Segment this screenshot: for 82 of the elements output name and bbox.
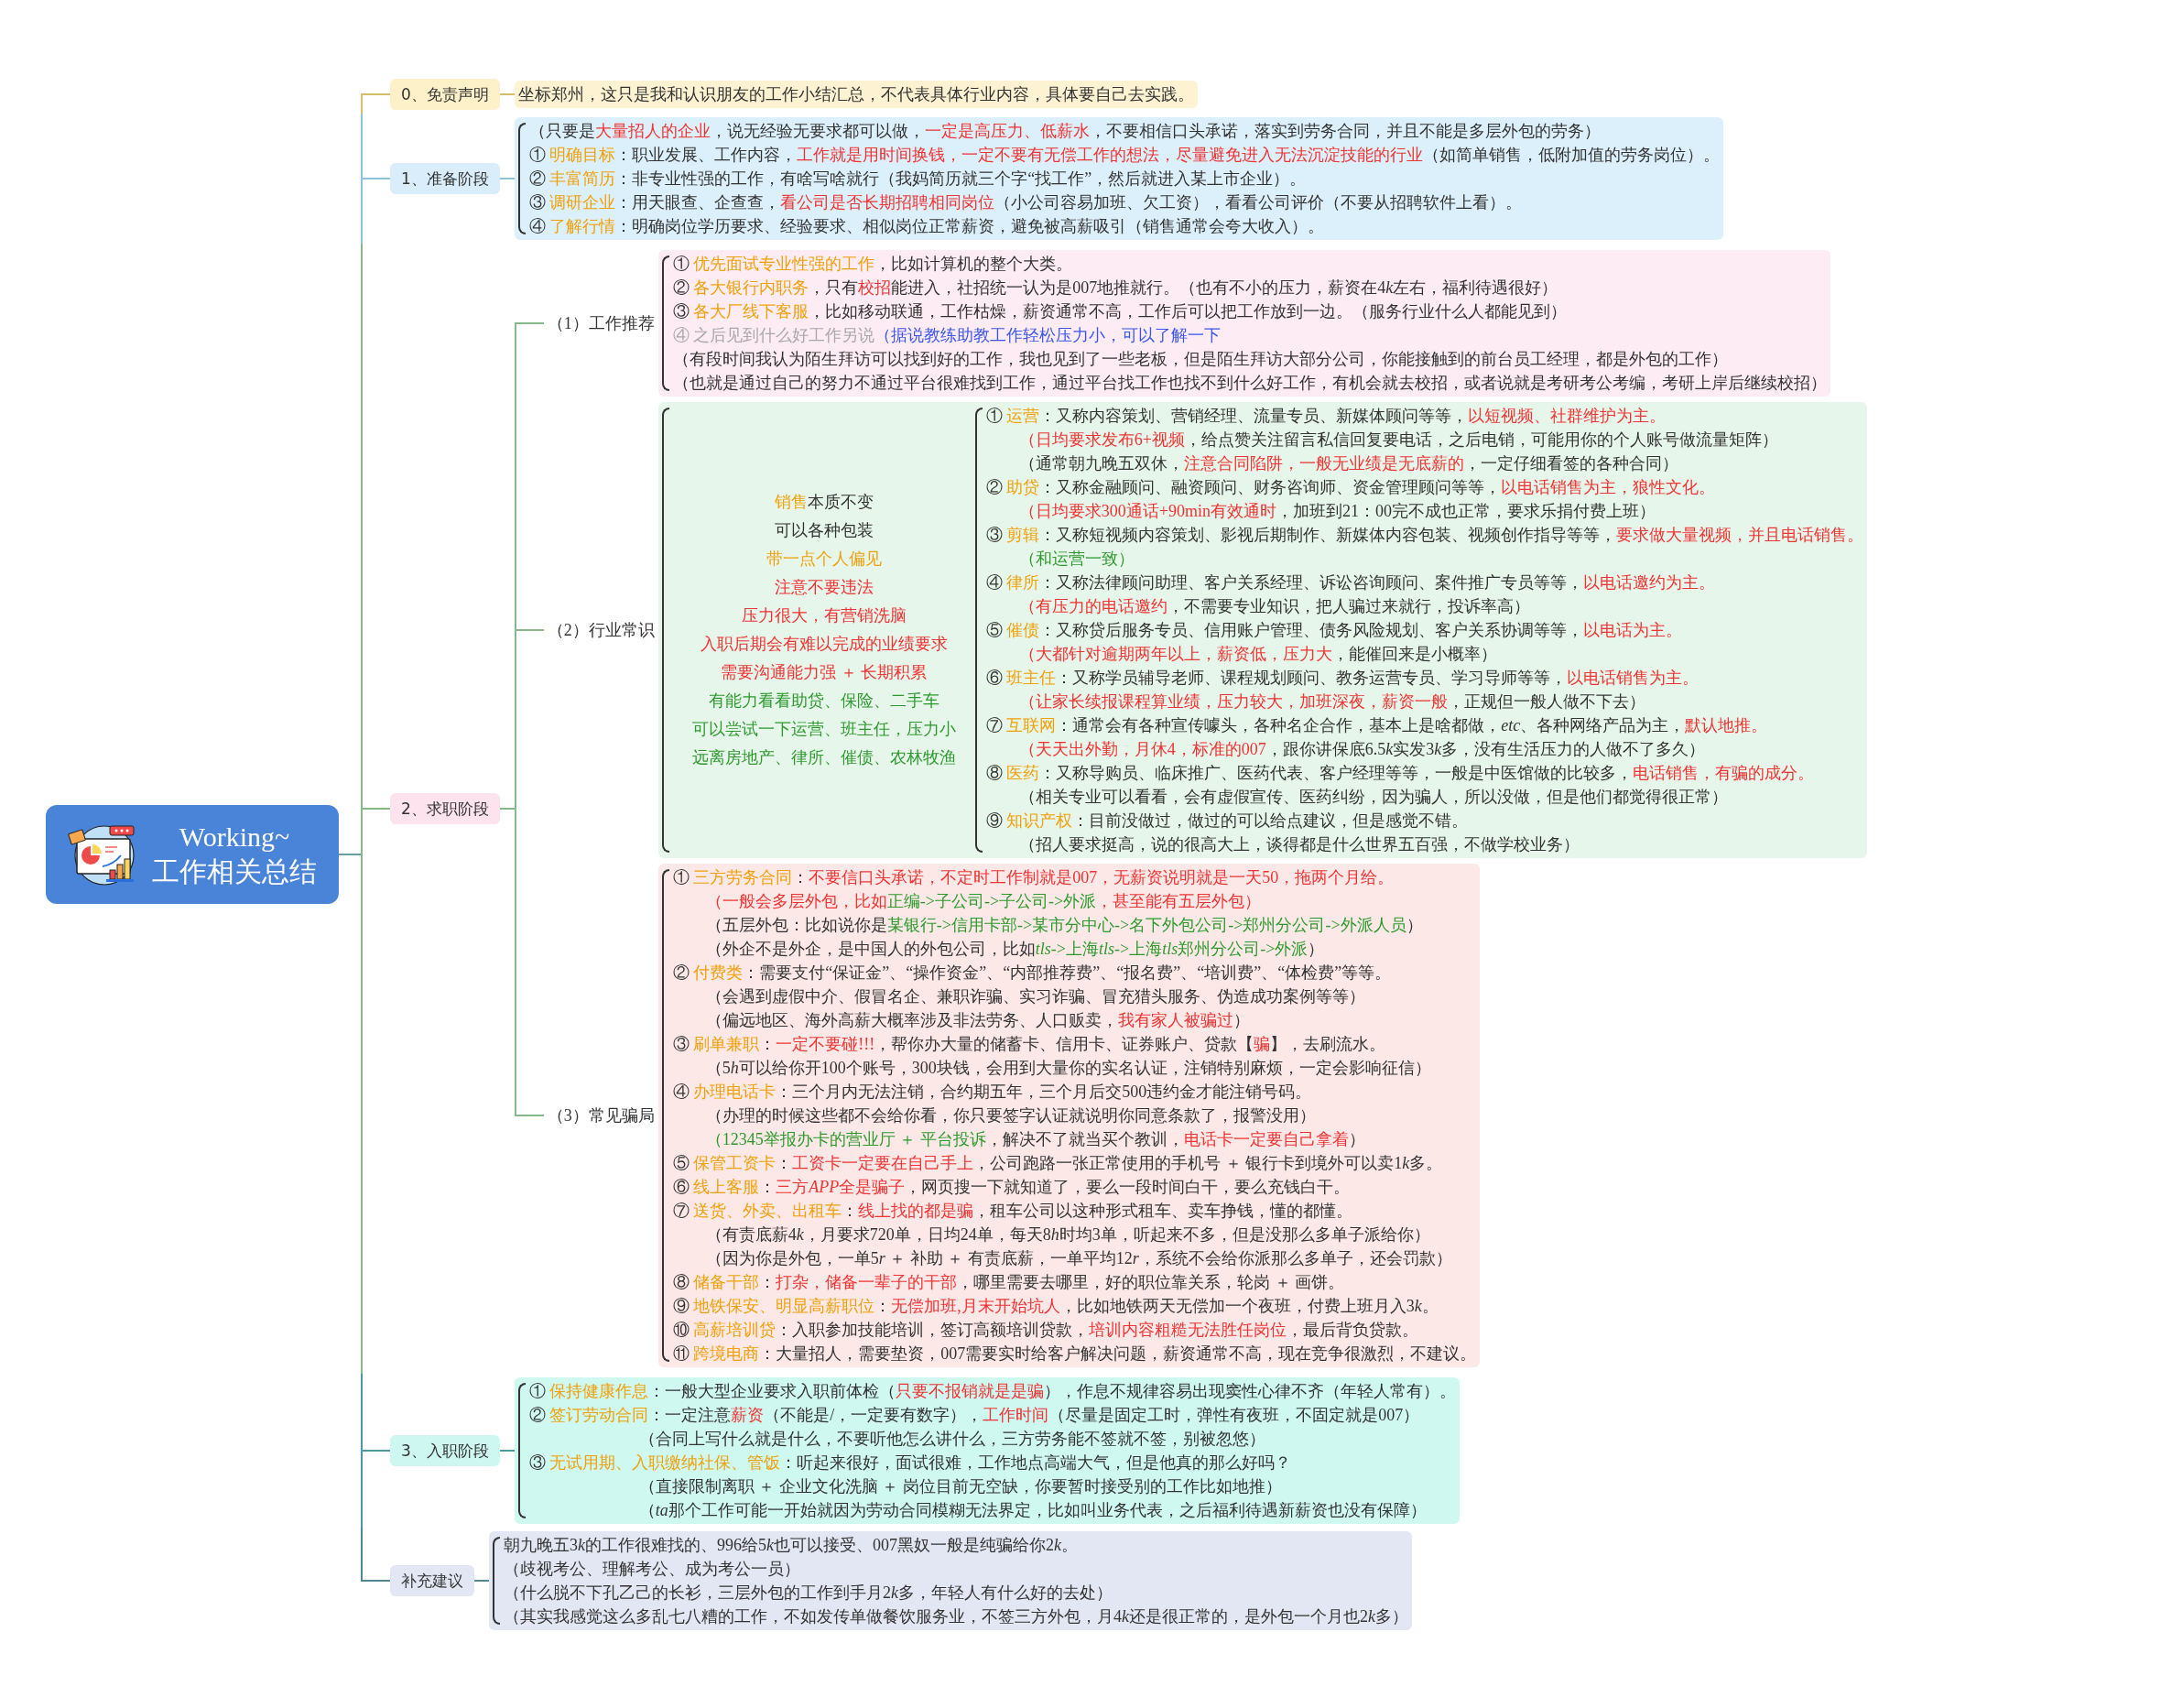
note-line: （大都针对逾期两年以上，薪资低，压力大，能催回来是小概率） xyxy=(1017,643,1498,665)
note-line: ④ 之后见到什么好工作另说（据说教练助教工作轻松压力小，可以了解一下 xyxy=(672,324,1222,346)
note-line: （五层外包：比如说你是某银行->信用卡部->某市分中心->名下外包公司->郑州分公司->外派人员） xyxy=(704,914,1424,936)
note-line: ② 助贷：又称金融顾问、融资顾问、财务咨询师、资金管理顾问等等，以电话销售为主，狼性文化。 xyxy=(985,476,1717,498)
note-line: ② 丰富简历：非专业性强的工作，有啥写啥就行（我妈简历就三个字“找工作”，然后就进入某上市企业）。 xyxy=(528,168,1308,190)
subtopic-label: （1）工作推荐 xyxy=(546,312,656,334)
subtopic-label: （2）行业常识 xyxy=(546,619,656,641)
topic-label: 3、入职阶段 xyxy=(390,1434,500,1466)
note-line: ⑧ 储备干部：打杂，储备一辈子的干部，哪里需要去哪里，好的职位靠关系，轮岗 ＋ 画饼。 xyxy=(672,1271,1346,1293)
note-line: （外企不是外企，是中国人的外包公司，比如tls->上海tls->上海tls郑州分公司->外派） xyxy=(704,938,1326,960)
note-line: ② 付费类：需要支付“保证金”、“操作资金”、“内部推荐费”、“报名费”、“培训费”、“体检费”等等。 xyxy=(672,962,1393,984)
note-line: （通常朝九晚五双休，注意合同陷阱，一般无业绩是无底薪的，一定仔细看签的各种合同） xyxy=(1017,452,1679,474)
note-line: （日均要求发布6+视频，给点赞关注留言私信回复要电话，之后电销，可能用你的个人账号做流量矩阵） xyxy=(1017,429,1779,451)
topic-label: 1、准备阶段 xyxy=(390,162,500,194)
summary-line: 压力很大，有营销洗脑 xyxy=(740,604,907,626)
note-line: ③ 无试用期、入职缴纳社保、管饭：听起来很好，面试很难，工作地点高端大气，但是他真的那么好吗？ xyxy=(528,1452,1293,1474)
note-line: （歧视考公、理解考公、成为考公一员） xyxy=(504,1558,801,1580)
note-line: （有段时间我认为陌生拜访可以找到好的工作，我也见到了一些老板，但是陌生拜访大部分公司，你能接触到的前台员工经理，都是外包的工作） xyxy=(672,348,1729,370)
note-line: ② 各大银行内职务，只有校招能进入，社招统一认为是007地推就行。（也有不小的压力，薪资在4k左右，福利待遇很好） xyxy=(672,277,1559,299)
summary-line: 有能力看看助贷、保险、二手车 xyxy=(707,690,940,712)
note-line: （相关专业可以看看，会有虚假宣传、医药纠纷，因为骗人，所以没做，但是他们都觉得很正常） xyxy=(1017,786,1729,808)
note-line: （其实我感觉这么多乱七八糟的工作，不如发传单做餐饮服务业，不签三方外包，月4k还是很正常的，是外包一个月也2k多） xyxy=(504,1605,1408,1627)
note-line: （日均要求300通话+90min有效通时，加班到21：00完不成也正常，要求乐捐付费上班） xyxy=(1017,500,1656,522)
note-line: ① 明确目标：职业发展、工作内容，工作就是用时间换钱，一定不要有无偿工作的想法，尽量避免进入无法沉淀技能的行业（如简单销售，低附加值的劳务岗位）。 xyxy=(528,144,1721,166)
note-line: ⑧ 医药：又称导购员、临床推广、医药代表、客户经理等等，一般是中医馆做的比较多，电话销售，有骗的成分。 xyxy=(985,762,1816,784)
note-line: ⑨ 知识产权：目前没做过，做过的可以给点建议，但是感觉不错。 xyxy=(985,810,1470,832)
note-line: ① 保持健康作息：一般大型企业要求入职前体检（只要不报销就是是骗），作息不规律容易出现窦性心律不齐（年轻人常有）。 xyxy=(528,1380,1457,1402)
note-line: ⑨ 地铁保安、明显高薪职位：无偿加班,月末开始坑人，比如地铁两天无偿加一个夜班，付费上班月入3k。 xyxy=(672,1295,1439,1317)
note-line: ⑦ 送货、外卖、出租车：线上找的都是骗，租车公司以这种形式租车、卖车挣钱，懂的都懂。 xyxy=(672,1200,1354,1222)
note-line: （会遇到虚假中介、假冒名企、兼职诈骗、实习诈骗、冒充猎头服务、伪造成功案例等等） xyxy=(704,985,1366,1007)
note-line: （12345举报办卡的营业厅 ＋ 平台投诉，解决不了就当买个教训，电话卡一定要自己拿着） xyxy=(704,1128,1366,1150)
summary-line: 可以尝试一下运营、班主任，压力小 xyxy=(690,718,957,740)
topic-label: 0、免责声明 xyxy=(390,78,500,110)
summary-line: 注意不要违法 xyxy=(773,576,874,598)
summary-line: 入职后期会有难以完成的业绩要求 xyxy=(699,633,949,655)
topic-label: 2、求职阶段 xyxy=(390,792,500,824)
root-title: Working~ xyxy=(179,820,290,854)
note-line: （有责底薪4k，月要求720单，日均24单，每天8h时均3单，听起来不多，但是没那么多单子派给你） xyxy=(704,1224,1431,1246)
note-line: ② 签订劳动合同：一定注意薪资（不能是/，一定要有数字），工作时间（尽量是固定工时，弹性有夜班，不固定就是007） xyxy=(528,1404,1421,1426)
root-subtitle: 工作相关总结 xyxy=(152,854,317,888)
note-line: ⑤ 保管工资卡：工资卡一定要在自己手上，公司跑路一张正常使用的手机号 ＋ 银行卡到境外可以卖1k多。 xyxy=(672,1152,1444,1174)
subtopic-label: （3）常见骗局 xyxy=(546,1104,656,1126)
note-line: 朝九晚五3k的工作很难找的、996给5k也可以接受、007黑奴一般是纯骗给你2k。 xyxy=(504,1534,1079,1556)
note-line: （因为你是外包，一单5r ＋ 补助 ＋ 有责底薪，一单平均12r，系统不会给你派那么多单子，还会罚款） xyxy=(704,1247,1453,1269)
note-line: ④ 了解行情：明确岗位学历要求、经验要求、相似岗位正常薪资，避免被高薪吸引（销售通常会夸大收入）。 xyxy=(528,215,1326,237)
summary-line: 可以各种包装 xyxy=(773,519,874,541)
note-line: ④ 律所：又称法律顾问助理、客户关系经理、诉讼咨询顾问、案件推广专员等等，以电话邀约为主。 xyxy=(985,571,1717,593)
note-line: （直接限制离职 ＋ 企业文化洗脑 ＋ 岗位目前无空缺，你要暂时接受别的工作比如地推） xyxy=(637,1475,1283,1497)
note-line: ⑩ 高薪培训贷：入职参加技能培训，签订高额培训贷款，培训内容粗糙无法胜任岗位，最后背负贷款。 xyxy=(672,1319,1420,1341)
note-line: （招人要求挺高，说的很高大上，谈得都是什么世界五百强，不做学校业务） xyxy=(1017,833,1580,855)
note-line: ⑤ 催债：又称贷后服务专员、信用账户管理、债务风险规划、客户关系协调等等，以电话为主。 xyxy=(985,619,1684,641)
topic-label: 补充建议 xyxy=(390,1564,474,1596)
summary-line: 带一点个人偏见 xyxy=(765,548,883,570)
note-line: ① 优先面试专业性强的工作，比如计算机的整个大类。 xyxy=(672,253,1074,275)
summary-line: 销售本质不变 xyxy=(773,491,874,513)
note-line: ⑥ 线上客服：三方APP全是骗子，网页搜一下就知道了，要么一段时间白干，要么充钱白干。 xyxy=(672,1176,1352,1198)
note-line: ① 运营：又称内容策划、营销经理、流量专员、新媒体顾问等等，以短视频、社群维护为主。 xyxy=(985,405,1667,427)
note-line: （办理的时候这些都不会给你看，你只要签字认证就说明你同意条款了，报警没用） xyxy=(704,1104,1317,1126)
note-line: （只要是大量招人的企业，说无经验无要求都可以做，一定是高压力、低薪水，不要相信口头承诺，落实到劳务合同，并且不能是多层外包的劳务） xyxy=(528,120,1602,142)
note-line: （什么脱不下孔乙己的长衫，三层外包的工作到手月2k多，年轻人有什么好的去处） xyxy=(504,1582,1113,1604)
note-line: ④ 办理电话卡：三个月内无法注销，合约期五年，三个月后交500违约金才能注销号码。 xyxy=(672,1081,1313,1103)
note-line: ③ 调研企业：用天眼查、企查查，看公司是否长期招聘相同岗位（小公司容易加班、欠工资），看看公司评价（不要从招聘软件上看）。 xyxy=(528,191,1524,213)
note-line: 坐标郑州，这只是我和认识朋友的工作小结汇总，不代表具体行业内容，具体要自己去实践。 xyxy=(517,83,1194,105)
note-line: ③ 各大厂线下客服，比如移动联通，工作枯燥，薪资通常不高，工作后可以把工作放到一边。（服务行业什么人都能见到） xyxy=(672,300,1569,322)
note-line: ③ 剪辑：又称短视频内容策划、影视后期制作、新媒体内容包装、视频创作指导等等，要求做大量视频，并且电话销售。 xyxy=(985,524,1864,546)
note-line: （也就是通过自己的努力不通过平台很难找到工作，通过平台找工作也找不到什么好工作，有机会就去校招，或者说就是考研考公考编，考研上岸后继续校招） xyxy=(672,372,1827,394)
note-line: （5h可以给你开100个账号，300块钱，会用到大量你的实名认证，注销特别麻烦，一定会影响征信） xyxy=(704,1057,1432,1079)
note-line: ⑥ 班主任：又称学员辅导老师、课程规划顾问、教务运营专员、学习导师等等，以电话销售为主。 xyxy=(985,667,1700,689)
note-line: ⑪ 跨境电商：大量招人，需要垫资，007需要实时给客户解决问题，薪资通常不高，现在竞争很激烈，不建议。 xyxy=(672,1343,1477,1365)
note-line: （ta那个工作可能一开始就因为劳动合同模糊无法界定，比如叫业务代表，之后福利待遇新薪资也没有保障） xyxy=(637,1499,1428,1521)
note-line: ③ 刷单兼职：一定不要碰!!!，帮你办大量的储蓄卡、信用卡、证券账户、贷款【骗】，去刷流水。 xyxy=(672,1033,1387,1055)
note-line: （和运营一致） xyxy=(1017,548,1135,570)
summary-line: 远离房地产、律所、催债、农林牧渔 xyxy=(690,746,957,768)
note-line: （有压力的电话邀约，不需要专业知识，把人骗过来就行，投诉率高） xyxy=(1017,595,1531,617)
note-line: （让家长续报课程算业绩，压力较大，加班深夜，薪资一般，正规但一般人做不下去） xyxy=(1017,691,1646,713)
note-line: ⑦ 互联网：通常会有各种宣传噱头，各种名企合作，基本上是啥都做，etc、各种网络产品为主，默认地推。 xyxy=(985,714,1769,736)
note-line: （一般会多层外包，比如正编->子公司->子公司->外派，甚至能有五层外包） xyxy=(704,890,1263,912)
note-line: （天天出外勤，月休4，标准的007，跟你讲保底6.5k实发3k多，没有生活压力的人做不了多久） xyxy=(1017,738,1707,760)
summary-line: 需要沟通能力强 ＋ 长期积累 xyxy=(720,661,929,683)
note-line: （合同上写什么就是什么，不要听他怎么讲什么，三方劳务能不签就不签，别被忽悠） xyxy=(637,1428,1266,1450)
note-line: ① 三方劳务合同：不要信口头承诺，不定时工作制就是007，无薪资说明就是一天50，拖两个月给。 xyxy=(672,866,1396,888)
note-line: （偏远地区、海外高薪大概率涉及非法劳务、人口贩卖，我有家人被骗过） xyxy=(704,1009,1251,1031)
